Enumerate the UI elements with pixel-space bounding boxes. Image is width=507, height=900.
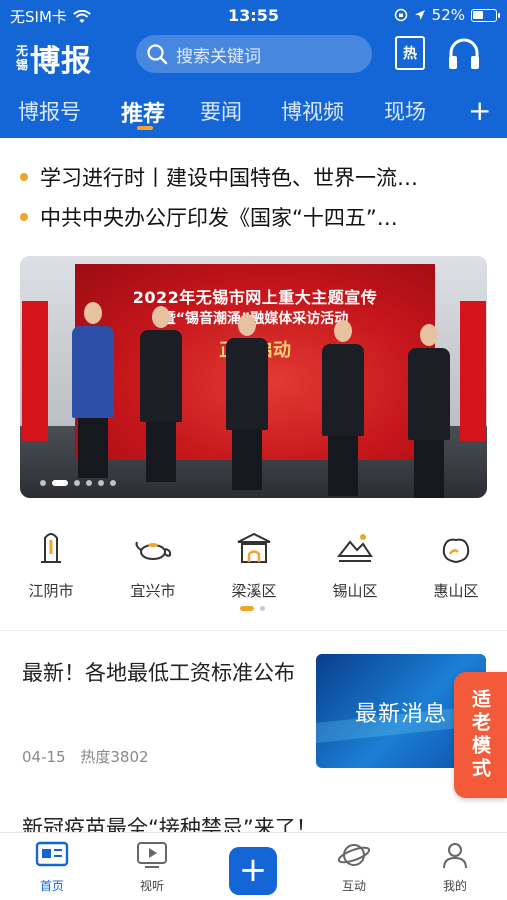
tab-live[interactable]: 现场	[384, 96, 426, 126]
district-yixing[interactable]: 宜兴市	[113, 528, 193, 601]
gate-icon	[237, 532, 271, 563]
bottom-nav: 首页 视听 + 互动 我的	[0, 832, 507, 900]
home-news-icon	[35, 841, 69, 867]
tab-recommend[interactable]: 推荐	[121, 96, 165, 128]
person-figure	[140, 306, 182, 482]
district-label: 江阴市	[28, 582, 74, 600]
article-card[interactable]: 最新！各地最低工资标准公布 04-15 热度3802 最新消息	[0, 648, 507, 798]
headline-item[interactable]: 中共中央办公厅印发《国家“十四五”…	[0, 200, 507, 234]
battery-percent: 52%	[431, 6, 465, 24]
divider	[0, 630, 507, 631]
headline-item[interactable]: 学习进行时丨建设中国特色、世界一流…	[0, 160, 507, 194]
nav-home-label: 首页	[39, 879, 64, 893]
nav-interact-label: 互动	[341, 879, 366, 893]
status-bar: 无SIM卡 13:55 52%	[0, 0, 507, 30]
carousel-dot[interactable]	[110, 480, 116, 486]
headline-text: 中共中央办公厅印发《国家“十四五”…	[40, 206, 398, 230]
nav-mine-label: 我的	[442, 879, 467, 893]
flag-right	[460, 301, 486, 441]
hot-icon: 热	[395, 36, 425, 70]
nav-mine[interactable]: 我的	[420, 841, 490, 894]
person-figure	[226, 314, 268, 490]
article-heat: 热度3802	[80, 748, 149, 766]
audio-button[interactable]	[446, 36, 482, 76]
publish-button[interactable]: +	[229, 847, 277, 895]
active-tab-indicator	[137, 126, 153, 130]
battery-icon	[471, 8, 500, 22]
carousel-dot-active[interactable]	[52, 480, 68, 486]
hot-list-button[interactable]: 热	[395, 36, 427, 72]
app-logo[interactable]: 无 锡 博报	[16, 36, 92, 80]
logo-title: 博报	[30, 44, 93, 79]
flag-left	[22, 301, 48, 441]
article-title: 最新！各地最低工资标准公布	[22, 661, 295, 685]
district-page-indicator	[240, 606, 265, 611]
carousel-dot[interactable]	[86, 480, 92, 486]
carousel-indicator	[40, 480, 116, 486]
logo-small-char-2: 锡	[16, 58, 29, 72]
district-label: 锡山区	[332, 582, 378, 600]
district-huishan[interactable]: 惠山区	[416, 528, 496, 601]
person-figure	[322, 320, 364, 496]
mountain-icon	[336, 534, 373, 562]
planet-icon	[337, 844, 371, 866]
peach-icon	[442, 538, 470, 564]
logo-small-char-1: 无	[16, 44, 29, 58]
nav-interact[interactable]: 互动	[319, 841, 389, 894]
banner-carousel[interactable]: 2022年无锡市网上重大主题宣传 暨“锡音潮涌”融媒体采访活动 正式启动	[20, 256, 487, 498]
add-channel-button[interactable]: +	[468, 94, 491, 127]
user-icon	[443, 843, 467, 869]
person-figure	[72, 302, 114, 478]
elder-mode-button[interactable]: 适老模式	[454, 672, 507, 798]
search-input[interactable]: 搜索关键词	[136, 35, 372, 73]
tab-video[interactable]: 博视频	[281, 96, 344, 126]
video-icon	[137, 842, 167, 868]
headline-text: 学习进行时丨建设中国特色、世界一流…	[40, 166, 418, 190]
article-date: 04-15	[22, 748, 66, 766]
search-placeholder: 搜索关键词	[176, 46, 261, 67]
district-xishan[interactable]: 锡山区	[315, 528, 395, 601]
district-label: 宜兴市	[130, 582, 176, 600]
tower-icon	[41, 533, 61, 563]
district-jiangyin[interactable]: 江阴市	[11, 528, 91, 601]
carousel-dot[interactable]	[74, 480, 80, 486]
tab-bobaohao[interactable]: 博报号	[18, 96, 81, 126]
tab-news[interactable]: 要闻	[200, 96, 242, 126]
district-label: 惠山区	[433, 582, 479, 600]
article-meta: 04-15 热度3802	[22, 746, 159, 767]
headphones-icon	[449, 38, 479, 69]
person-figure	[408, 324, 450, 498]
carousel-dot[interactable]	[98, 480, 104, 486]
district-shortcuts: 江阴市 宜兴市 梁溪区 锡山区 惠山区	[0, 528, 507, 618]
channel-tabs: 博报号 推荐 要闻 博视频 现场 +	[0, 90, 507, 138]
district-label: 梁溪区	[231, 582, 277, 600]
bullet-dot	[20, 213, 28, 221]
teapot-icon	[135, 541, 172, 560]
app-header: 无SIM卡 13:55 52% 无 锡 博报 搜索关键词 热 博报号 推荐 要闻…	[0, 0, 507, 138]
orientation-lock-icon	[394, 8, 407, 22]
nav-video[interactable]: 视听	[117, 841, 187, 894]
search-icon	[147, 44, 168, 65]
nav-home[interactable]: 首页	[17, 841, 87, 894]
location-icon	[414, 10, 425, 20]
bullet-dot	[20, 173, 28, 181]
nav-video-label: 视听	[139, 879, 164, 893]
banner-line-1: 2022年无锡市网上重大主题宣传	[132, 288, 378, 307]
carousel-dot[interactable]	[40, 480, 46, 486]
district-liangxi[interactable]: 梁溪区	[214, 528, 294, 601]
